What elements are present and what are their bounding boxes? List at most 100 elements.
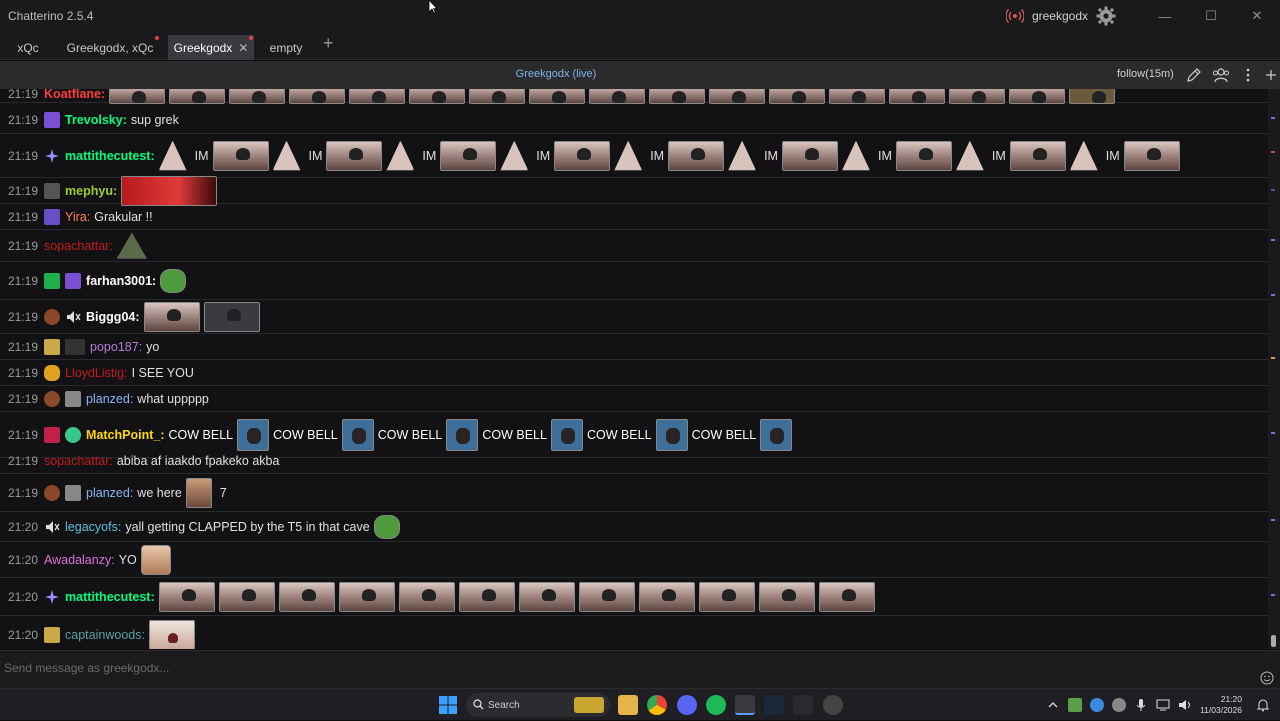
username[interactable]: farhan3001:	[86, 274, 156, 288]
add-tab-button[interactable]: +	[323, 33, 334, 54]
emote[interactable]	[272, 140, 301, 171]
chatterino-taskbar-icon[interactable]	[735, 695, 755, 715]
sub-badge-icon[interactable]	[44, 338, 61, 355]
username[interactable]: Yira:	[65, 210, 90, 224]
emote[interactable]	[955, 140, 984, 171]
chat-scrollbar[interactable]	[1268, 89, 1280, 649]
emote[interactable]	[143, 301, 200, 332]
emote[interactable]	[841, 140, 870, 171]
emote[interactable]	[469, 89, 526, 104]
username[interactable]: LloydListig:	[65, 366, 128, 380]
scrollbar-thumb[interactable]	[1271, 635, 1276, 647]
volume-icon[interactable]	[1178, 698, 1192, 712]
emote[interactable]	[218, 581, 275, 612]
username[interactable]: mattithecutest:	[65, 149, 155, 163]
tab-greekgodx[interactable]: Greekgodx ✕	[168, 35, 254, 60]
emote[interactable]	[169, 89, 226, 104]
sub-badge-icon[interactable]	[44, 626, 61, 643]
emote[interactable]	[638, 581, 695, 612]
settings-gear-icon[interactable]	[1096, 6, 1116, 26]
emote[interactable]	[668, 140, 725, 171]
year-badge-icon[interactable]	[65, 338, 86, 355]
taskbar-search[interactable]: Search	[466, 693, 610, 717]
emote[interactable]	[1069, 140, 1098, 171]
emote[interactable]	[554, 140, 611, 171]
emote[interactable]	[829, 89, 886, 104]
tab-empty[interactable]: empty	[262, 35, 310, 60]
emote[interactable]	[458, 581, 515, 612]
emote[interactable]	[326, 140, 383, 171]
emote[interactable]	[398, 581, 455, 612]
username[interactable]: planzed:	[86, 392, 133, 406]
emote[interactable]	[500, 140, 529, 171]
emote[interactable]	[578, 581, 635, 612]
username[interactable]: mattithecutest:	[65, 590, 155, 604]
more-options-icon[interactable]	[1241, 67, 1255, 83]
close-window-button[interactable]: ✕	[1234, 0, 1280, 32]
emote[interactable]	[121, 175, 218, 206]
sub-badge-icon[interactable]	[44, 426, 61, 443]
emote[interactable]	[386, 140, 415, 171]
emote[interactable]	[289, 89, 346, 104]
steam-icon[interactable]	[764, 695, 784, 715]
subscriber-badge-icon[interactable]	[44, 112, 61, 128]
network-icon[interactable]	[1156, 698, 1170, 712]
glitch-badge-icon[interactable]	[65, 390, 82, 407]
username[interactable]: captainwoods:	[65, 628, 145, 642]
subscriber-badge-icon[interactable]	[65, 272, 82, 289]
emote[interactable]	[148, 619, 195, 649]
emote[interactable]	[728, 140, 757, 171]
emote[interactable]	[212, 140, 269, 171]
onedrive-icon[interactable]	[1090, 698, 1105, 712]
emote[interactable]	[889, 89, 946, 104]
emote[interactable]	[349, 89, 406, 104]
emote[interactable]	[446, 418, 479, 451]
emote[interactable]	[1009, 140, 1066, 171]
username[interactable]: MatchPoint_:	[86, 428, 164, 442]
username[interactable]: Trevolsky:	[65, 113, 127, 127]
emote[interactable]	[109, 89, 166, 104]
emote[interactable]	[655, 418, 688, 451]
emote[interactable]	[237, 418, 270, 451]
emote[interactable]	[278, 581, 335, 612]
file-explorer-icon[interactable]	[618, 695, 638, 715]
emote[interactable]	[949, 89, 1006, 104]
username[interactable]: mephyu:	[65, 184, 117, 198]
chevron-up-icon[interactable]	[1046, 698, 1060, 712]
muted-speaker-icon[interactable]	[65, 309, 81, 325]
emote[interactable]	[140, 544, 171, 575]
emote[interactable]	[769, 89, 826, 104]
sub-badge-icon[interactable]	[44, 308, 61, 325]
discord-icon[interactable]	[677, 695, 697, 715]
emote[interactable]	[1069, 89, 1116, 104]
sparkle-badge-icon[interactable]	[44, 148, 60, 164]
tab-greekgodx-xqc[interactable]: Greekgodx, xQc	[60, 35, 160, 60]
channel-title[interactable]: Greekgodx (live)	[0, 68, 1112, 80]
chrome-icon[interactable]	[647, 695, 667, 715]
close-tab-icon[interactable]: ✕	[238, 41, 248, 55]
emote[interactable]	[589, 89, 646, 104]
tab-xqc[interactable]: xQc	[6, 35, 50, 60]
live-broadcast-icon[interactable]	[1005, 7, 1024, 25]
emoji-picker-icon[interactable]	[1260, 671, 1274, 685]
turbo-badge-icon[interactable]	[65, 426, 82, 443]
muted-speaker-icon[interactable]	[44, 519, 60, 535]
notification-bell-icon[interactable]	[1256, 698, 1270, 712]
subscriber-badge-icon[interactable]	[44, 208, 61, 225]
username[interactable]: Awadalanzy:	[44, 553, 115, 567]
tray-app-icon[interactable]	[1068, 698, 1083, 712]
emote[interactable]	[758, 581, 815, 612]
emote[interactable]	[518, 581, 575, 612]
username[interactable]: Koatflane:	[44, 89, 105, 101]
spotify-icon[interactable]	[706, 695, 726, 715]
moderation-pen-icon[interactable]	[1186, 67, 1202, 83]
emote[interactable]	[341, 418, 374, 451]
viewer-list-icon[interactable]	[1212, 67, 1230, 83]
emote[interactable]	[1009, 89, 1066, 104]
sub-badge-icon[interactable]	[44, 484, 61, 501]
sub-badge-icon[interactable]	[44, 364, 61, 381]
emote[interactable]	[614, 140, 643, 171]
emote[interactable]	[529, 89, 586, 104]
maximize-button[interactable]: ☐	[1188, 0, 1234, 32]
emote[interactable]	[203, 301, 260, 332]
